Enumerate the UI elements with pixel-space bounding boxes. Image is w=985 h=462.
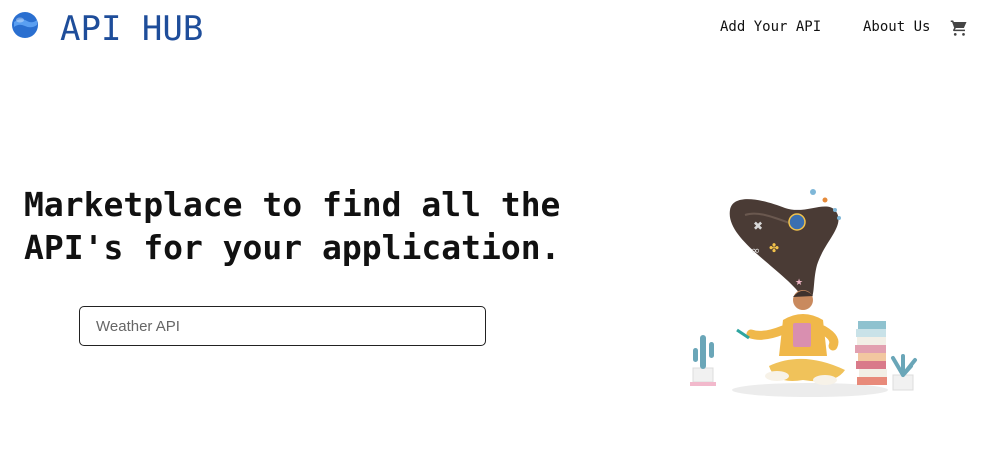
search-input[interactable]: [79, 306, 486, 346]
cart-icon[interactable]: [950, 19, 968, 37]
hero-headline: Marketplace to find all the API's for yo…: [24, 183, 604, 269]
svg-text:✤: ✤: [769, 241, 779, 255]
nav-add-your-api[interactable]: Add Your API: [720, 19, 821, 35]
svg-text:∞: ∞: [751, 244, 760, 257]
svg-text:★: ★: [795, 278, 803, 288]
headline-line-2: API's for your application.: [24, 228, 561, 267]
brand-title[interactable]: API HUB: [60, 9, 203, 49]
globe-icon[interactable]: [11, 11, 39, 39]
person-meditating-illustration: ✖ ✤ ∞ ★: [690, 189, 917, 397]
svg-text:✖: ✖: [753, 219, 763, 233]
nav-about-us[interactable]: About Us: [863, 19, 930, 35]
headline-line-1: Marketplace to find all the: [24, 185, 561, 224]
